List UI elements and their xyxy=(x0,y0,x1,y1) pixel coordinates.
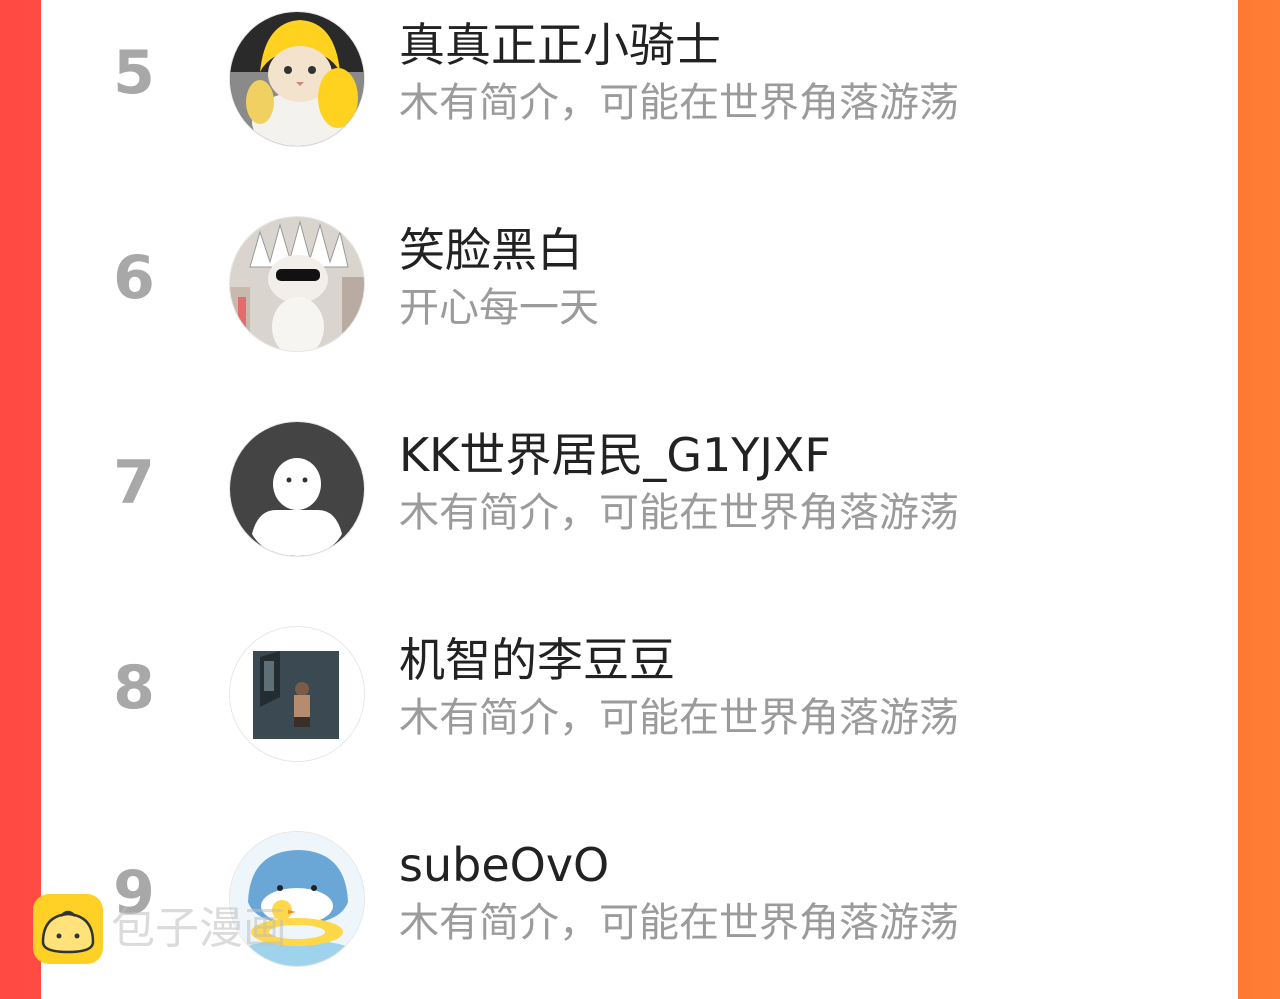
ranking-row-8[interactable]: 8 机智的李豆豆 木有简介，可能在世界角落游荡 xyxy=(41,615,1238,775)
ranking-row-6[interactable]: 6 笑脸黑白 开心每一天 xyxy=(41,205,1238,365)
dark-room-figure-icon xyxy=(230,627,364,761)
bun-face-logo-icon xyxy=(33,894,103,964)
default-user-icon xyxy=(230,422,364,556)
avatar[interactable] xyxy=(230,422,364,556)
sunglasses-cat-icon xyxy=(230,217,364,351)
user-name[interactable]: KK世界居民_G1YJXF xyxy=(399,424,831,486)
ranking-list-panel: 5 真真正正小骑士 木有简介，可能在世界角落游荡 6 笑脸黑白 开心每一天 7 … xyxy=(41,0,1238,999)
user-name[interactable]: 笑脸黑白 xyxy=(399,219,583,281)
user-bio: 木有简介，可能在世界角落游荡 xyxy=(399,900,959,946)
user-bio: 木有简介，可能在世界角落游荡 xyxy=(399,695,959,741)
user-bio: 开心每一天 xyxy=(399,285,599,331)
rank-number: 7 xyxy=(113,448,155,518)
user-name[interactable]: 机智的李豆豆 xyxy=(399,629,675,691)
watermark-text: 包子漫画 xyxy=(111,903,287,954)
yellow-raincoat-cat-icon xyxy=(230,12,364,146)
ranking-row-5[interactable]: 5 真真正正小骑士 木有简介，可能在世界角落游荡 xyxy=(41,0,1238,160)
user-name[interactable]: 真真正正小骑士 xyxy=(399,14,721,76)
user-bio: 木有简介，可能在世界角落游荡 xyxy=(399,490,959,536)
avatar[interactable] xyxy=(230,627,364,761)
user-name[interactable]: subeOvO xyxy=(399,834,609,896)
avatar[interactable] xyxy=(230,12,364,146)
rank-number: 6 xyxy=(113,243,155,313)
ranking-row-7[interactable]: 7 KK世界居民_G1YJXF 木有简介，可能在世界角落游荡 xyxy=(41,410,1238,570)
rank-number: 8 xyxy=(113,653,155,723)
user-bio: 木有简介，可能在世界角落游荡 xyxy=(399,80,959,126)
rank-number: 5 xyxy=(113,38,155,108)
avatar[interactable] xyxy=(230,217,364,351)
